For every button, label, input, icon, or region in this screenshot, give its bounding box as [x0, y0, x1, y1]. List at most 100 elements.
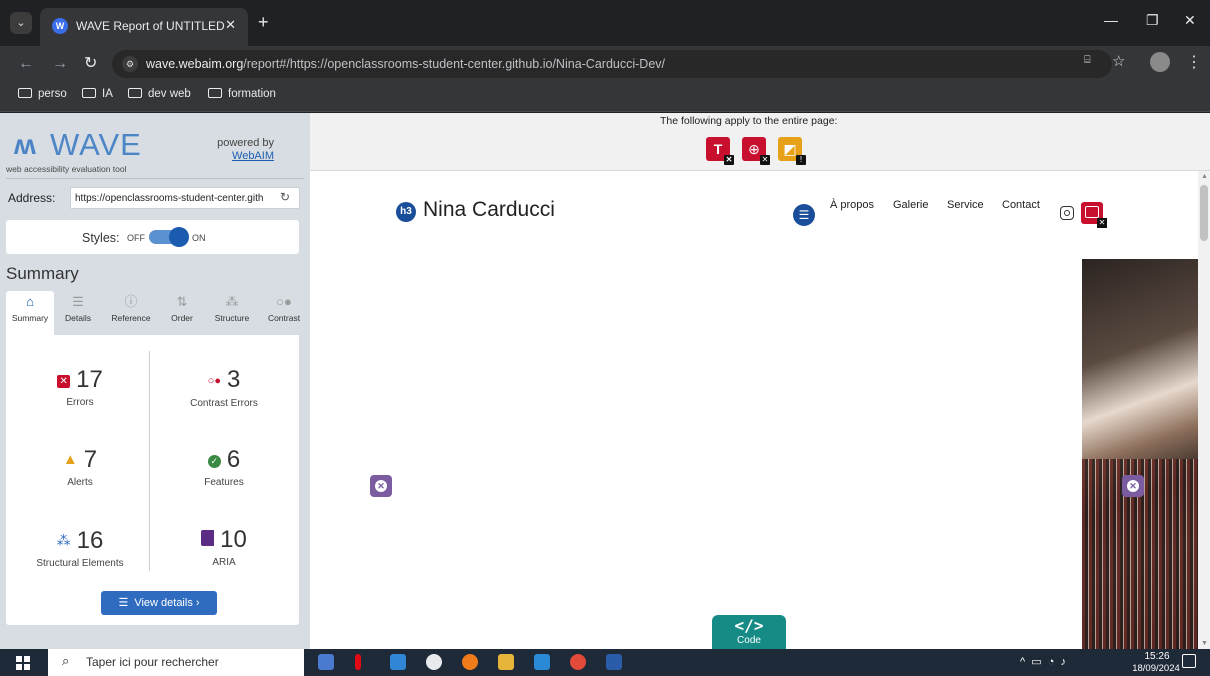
url-text[interactable]: wave.webaim.org/report#/https://openclas… — [146, 57, 665, 71]
nav-link-a-propos[interactable]: À propos — [830, 199, 874, 211]
feature-check-icon: ✓ — [207, 455, 221, 468]
scroll-up-arrow-icon[interactable]: ▲ — [1201, 173, 1208, 180]
site-title: Nina Carducci — [423, 198, 555, 221]
reload-icon[interactable]: ↻ — [84, 54, 97, 74]
bookmarks-bar: perso IA dev web formation — [0, 82, 1210, 112]
refresh-icon[interactable]: ↻ — [280, 190, 290, 204]
contrast-errors-stat[interactable]: ○● 3 Contrast Errors — [154, 365, 294, 409]
steam-app-icon[interactable] — [426, 654, 442, 670]
page-level-notice: The following apply to the entire page: … — [310, 113, 1210, 171]
missing-alt-error-icon[interactable]: ✕ — [1081, 202, 1107, 228]
features-label: Features — [204, 477, 244, 488]
aria-hidden-icon[interactable]: ✕ — [1122, 475, 1144, 497]
site-info-icon[interactable]: ⚙ — [122, 56, 138, 72]
browser-tab[interactable]: W WAVE Report of UNTITLED ✕ — [40, 8, 248, 46]
alerts-stat[interactable]: ▲ 7 Alerts — [10, 445, 150, 488]
netflix-app-icon[interactable] — [355, 654, 361, 670]
code-panel-toggle[interactable]: </> Code — [712, 615, 786, 649]
back-icon[interactable]: ← — [18, 54, 34, 74]
page-notice-text: The following apply to the entire page: — [660, 115, 838, 127]
error-badge-icon: ✕ — [760, 155, 770, 165]
view-details-button[interactable]: ☰ View details › — [101, 591, 217, 615]
list-icon: ☰ — [72, 294, 84, 309]
tab-title: WAVE Report of UNTITLED — [76, 19, 225, 33]
info-icon: ⓘ — [124, 294, 138, 309]
tab-reference[interactable]: ⓘ Reference — [102, 291, 160, 335]
hero-photo — [1082, 259, 1199, 649]
nav-link-contact[interactable]: Contact — [1002, 199, 1040, 211]
bookmark-star-icon[interactable]: ☆ — [1112, 52, 1125, 70]
forward-icon[interactable]: → — [52, 54, 68, 74]
alert-page-icon[interactable]: ◩! — [778, 137, 806, 165]
structural-stat[interactable]: ⁂ 16 Structural Elements — [10, 525, 150, 569]
features-stat[interactable]: ✓ 6 Features — [154, 445, 294, 488]
chrome-app-icon[interactable] — [570, 654, 586, 670]
restore-window-icon[interactable]: ❐ — [1146, 12, 1159, 29]
clock-time[interactable]: 15:26 — [1133, 651, 1181, 662]
alerts-label: Alerts — [67, 477, 93, 488]
instagram-icon[interactable] — [1060, 206, 1074, 220]
aria-icon — [201, 530, 215, 546]
nav-link-galerie[interactable]: Galerie — [893, 199, 928, 211]
nav-link-service[interactable]: Service — [947, 199, 984, 211]
store-app-icon[interactable] — [318, 654, 334, 670]
bookmark-folder-dev-web[interactable]: dev web — [128, 88, 191, 100]
contrast-error-icon: ○● — [207, 375, 221, 387]
mail-app-icon[interactable] — [390, 654, 406, 670]
order-icon: ⇅ — [176, 294, 188, 309]
bookmark-folder-ia[interactable]: IA — [82, 88, 113, 100]
aria-hidden-icon[interactable]: ✕ — [370, 475, 392, 497]
windows-start-icon[interactable] — [16, 656, 30, 670]
language-missing-error-icon[interactable]: ⊕ ✕ — [742, 137, 770, 165]
h3-heading-icon[interactable]: h3 — [396, 202, 416, 222]
taskbar-search[interactable]: ⌕ Taper ici pour rechercher — [48, 649, 304, 676]
browser-menu-icon[interactable]: ⋮ — [1186, 52, 1202, 72]
page-scrollbar[interactable]: ▲ ▼ — [1198, 171, 1210, 649]
wave-logo-icon: ʍ — [14, 129, 36, 160]
tab-order[interactable]: ⇅ Order — [160, 291, 204, 335]
clock-date[interactable]: 18/09/2024 — [1128, 663, 1184, 674]
close-tab-icon[interactable]: ✕ — [225, 17, 236, 33]
address-input[interactable] — [70, 187, 300, 209]
structural-label: Structural Elements — [36, 558, 124, 569]
aria-count: 10 — [220, 526, 247, 553]
minimize-window-icon[interactable]: — — [1104, 12, 1118, 28]
aria-label: ARIA — [212, 557, 236, 568]
folder-icon — [18, 88, 32, 98]
errors-stat[interactable]: ✕ 17 Errors — [10, 365, 150, 408]
tab-contrast[interactable]: ○● Contrast — [260, 291, 308, 335]
tab-details[interactable]: ☰ Details — [54, 291, 102, 335]
file-explorer-icon[interactable] — [498, 654, 514, 670]
address-bar[interactable]: ⚙ wave.webaim.org/report#/https://opencl… — [112, 50, 1112, 78]
scroll-thumb[interactable] — [1200, 185, 1208, 241]
errors-count: 17 — [76, 366, 103, 393]
unordered-list-icon[interactable]: ☰ — [793, 204, 815, 226]
vscode-app-icon[interactable] — [534, 654, 550, 670]
origin-app-icon[interactable] — [462, 654, 478, 670]
tab-structure[interactable]: ⁂ Structure — [204, 291, 260, 335]
missing-title-error-icon[interactable]: T ✕ — [706, 137, 734, 165]
webaim-link[interactable]: WebAIM — [232, 150, 274, 162]
bookmark-folder-formation[interactable]: formation — [208, 88, 276, 100]
scroll-down-arrow-icon[interactable]: ▼ — [1201, 640, 1208, 647]
wave-tagline: web accessibility evaluation tool — [6, 164, 127, 174]
toggle-knob — [169, 227, 189, 247]
styles-off-label: OFF — [127, 233, 145, 243]
new-tab-icon[interactable]: + — [258, 12, 269, 32]
wave-favicon-icon: W — [52, 18, 68, 34]
aria-stat[interactable]: 10 ARIA — [154, 525, 294, 568]
word-app-icon[interactable] — [606, 654, 622, 670]
bookmark-folder-perso[interactable]: perso — [18, 88, 67, 100]
close-window-icon[interactable]: ✕ — [1184, 12, 1196, 29]
home-icon: ⌂ — [26, 294, 34, 309]
profile-avatar[interactable] — [1150, 52, 1170, 72]
alert-badge-icon: ! — [796, 155, 806, 165]
system-tray[interactable]: ^ ▭ ◔ ♪ — [1020, 655, 1066, 668]
styles-toggle-switch[interactable] — [149, 227, 189, 247]
tab-search-chevron-icon[interactable]: ⌄ — [10, 12, 32, 34]
tab-summary[interactable]: ⌂ Summary — [6, 291, 54, 335]
notifications-icon[interactable] — [1182, 654, 1196, 668]
evaluated-page: The following apply to the entire page: … — [310, 113, 1210, 649]
folder-icon — [128, 88, 142, 98]
translate-icon[interactable]: ⌸ — [1084, 54, 1100, 70]
